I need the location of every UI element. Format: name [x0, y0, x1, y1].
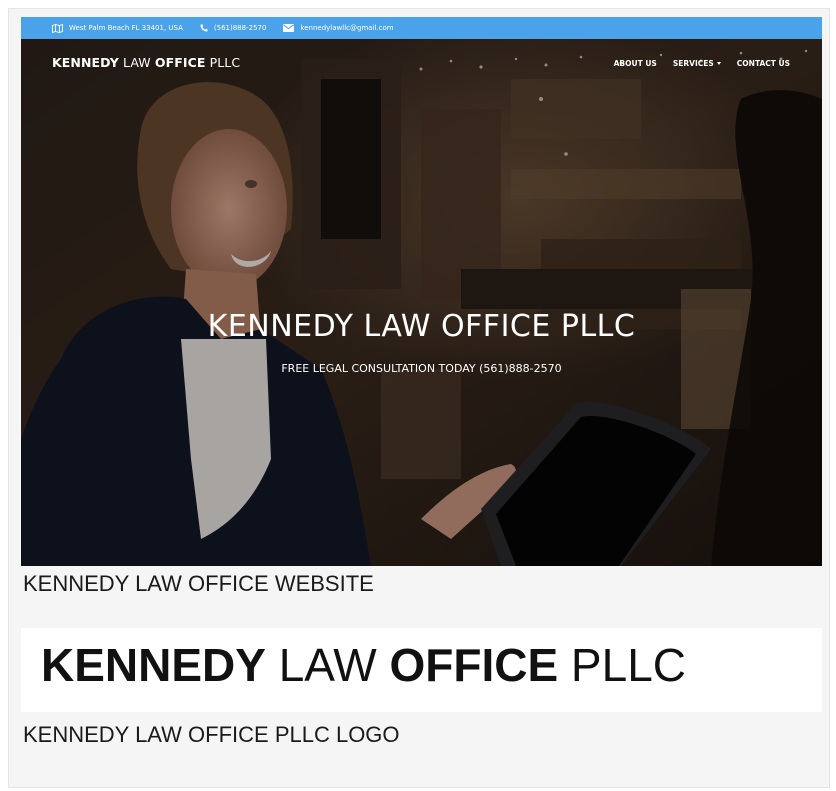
logo-law: LAW: [265, 639, 390, 691]
nav-brand-logo[interactable]: KENNEDY LAW OFFICE PLLC: [52, 55, 240, 70]
nav-about-us[interactable]: ABOUT US: [614, 59, 657, 68]
main-nav: ABOUT US SERVICES CONTACT US: [614, 59, 790, 68]
logo-caption: KENNEDY LAW OFFICE PLLC LOGO: [23, 722, 400, 747]
hero-title: KENNEDY LAW OFFICE PLLC: [207, 309, 636, 344]
brand-pllc: PLLC: [205, 55, 241, 70]
hero-background-image: [21, 39, 822, 566]
logo-office: OFFICE: [389, 639, 559, 691]
brand-kennedy: KENNEDY: [52, 55, 119, 70]
nav-services-label: SERVICES: [672, 59, 714, 68]
brand-law: LAW: [118, 55, 155, 70]
logo-pllc: PLLC: [558, 639, 687, 691]
nav-contact-us[interactable]: CONTACT US: [737, 59, 790, 68]
page-frame: West Palm Beach FL 33401, USA (561)888-2…: [8, 8, 830, 788]
contact-topbar: West Palm Beach FL 33401, USA (561)888-2…: [21, 17, 822, 39]
logo-kennedy: KENNEDY: [41, 639, 266, 691]
brand-office: OFFICE: [154, 55, 206, 70]
hero-section: KENNEDY LAW OFFICE PLLC ABOUT US SERVICE…: [21, 39, 822, 566]
email-group[interactable]: kennedylawllc@gmail.com: [283, 24, 394, 32]
chevron-down-icon: [716, 62, 721, 65]
website-caption: KENNEDY LAW OFFICE WEBSITE: [23, 571, 374, 596]
website-screenshot: West Palm Beach FL 33401, USA (561)888-2…: [21, 17, 822, 566]
address-text: West Palm Beach FL 33401, USA: [69, 24, 183, 32]
logo-box: KENNEDY LAW OFFICE PLLC: [21, 628, 822, 712]
email-text: kennedylawllc@gmail.com: [300, 24, 394, 32]
phone-icon: [200, 24, 208, 32]
phone-text: (561)888-2570: [213, 24, 267, 32]
phone-group[interactable]: (561)888-2570: [200, 24, 267, 32]
address-group: West Palm Beach FL 33401, USA: [52, 23, 183, 33]
map-icon: [52, 23, 63, 33]
company-logo: KENNEDY LAW OFFICE PLLC: [41, 638, 686, 692]
hero-subtitle: FREE LEGAL CONSULTATION TODAY (561)888-2…: [281, 362, 562, 375]
nav-services[interactable]: SERVICES: [673, 59, 721, 68]
envelope-icon: [283, 24, 295, 32]
